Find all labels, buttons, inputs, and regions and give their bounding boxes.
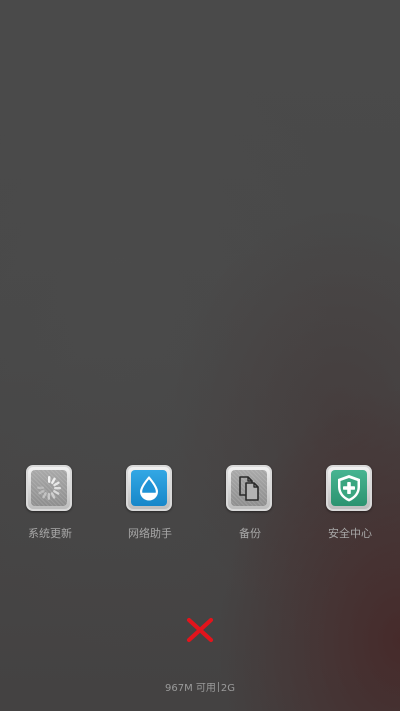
system-update-label: 系统更新 <box>28 527 72 540</box>
system-update-icon-frame[interactable] <box>26 465 72 511</box>
memory-available-text: 967M 可用 <box>164 683 216 694</box>
network-assistant-drop-icon <box>131 470 167 506</box>
backup-icon-frame[interactable] <box>226 465 272 511</box>
network-assistant-label: 网络助手 <box>128 527 172 540</box>
quick-tools-row: 系统更新 网络助手 备份 安全中心 <box>0 464 400 544</box>
security-center-label: 安全中心 <box>328 527 372 540</box>
close-x-icon <box>186 617 214 643</box>
tool-network-assistant[interactable]: 网络助手 <box>100 464 200 544</box>
recent-apps-screen: 系统更新 网络助手 备份 安全中心 967M 可用 2G <box>0 0 400 711</box>
memory-total-text: 2G <box>220 683 236 694</box>
security-center-icon-frame[interactable] <box>326 465 372 511</box>
wallpaper-overlay <box>0 0 400 711</box>
backup-label: 备份 <box>239 527 261 540</box>
security-center-shield-icon <box>331 470 367 506</box>
tool-security-center[interactable]: 安全中心 <box>300 464 400 544</box>
memory-divider <box>217 682 219 692</box>
close-all-button[interactable] <box>182 612 218 648</box>
tool-system-update[interactable]: 系统更新 <box>0 464 100 544</box>
network-assistant-icon-frame[interactable] <box>126 465 172 511</box>
memory-status: 967M 可用 2G <box>0 682 400 696</box>
tool-backup[interactable]: 备份 <box>200 464 300 544</box>
system-update-spinner-icon <box>31 470 67 506</box>
backup-documents-icon <box>231 470 267 506</box>
